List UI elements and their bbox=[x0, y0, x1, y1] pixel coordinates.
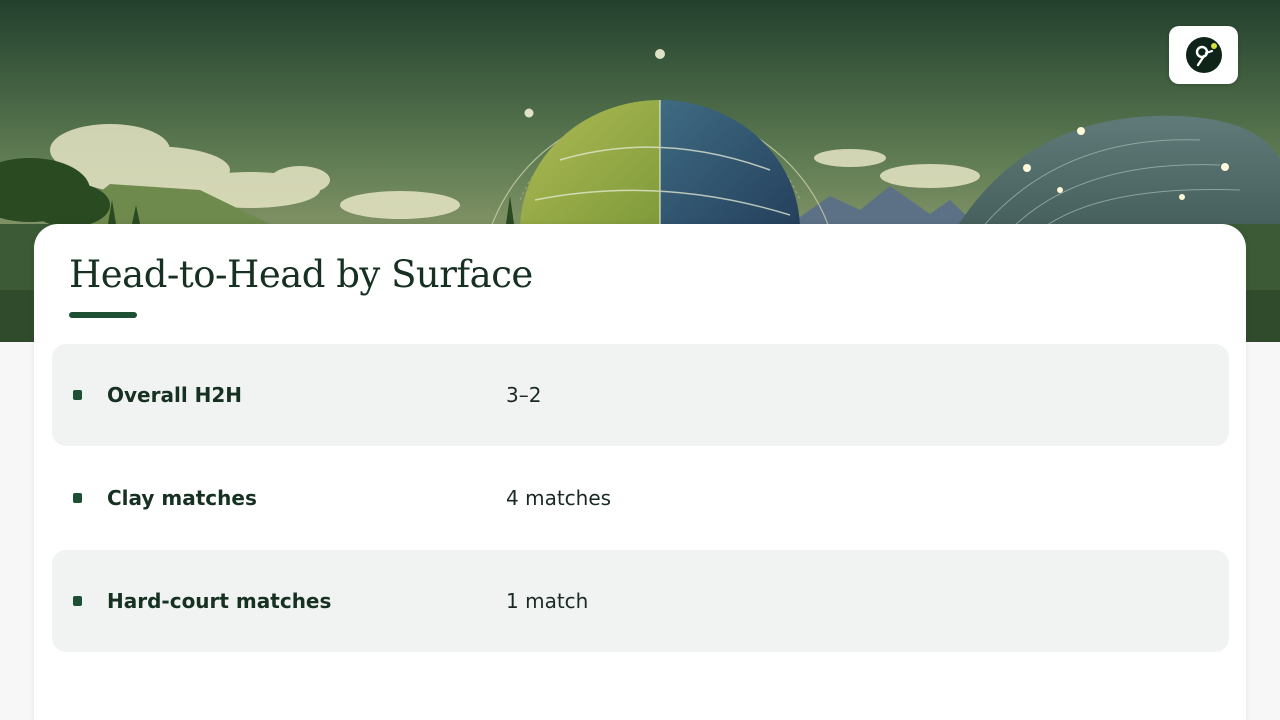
row-label: Clay matches bbox=[107, 486, 257, 510]
row-value: 3–2 bbox=[506, 383, 542, 407]
tennis-player-icon bbox=[1185, 37, 1222, 73]
row-value: 4 matches bbox=[506, 486, 612, 510]
page: Head-to-Head by Surface Overall H2H 3–2 … bbox=[0, 0, 1280, 720]
bullet-icon bbox=[73, 493, 82, 503]
h2h-row-clay: Clay matches 4 matches bbox=[52, 447, 1229, 549]
title-underline bbox=[69, 312, 137, 318]
card-title: Head-to-Head by Surface bbox=[69, 253, 533, 296]
h2h-row-hard-court: Hard-court matches 1 match bbox=[52, 550, 1229, 652]
row-label: Overall H2H bbox=[107, 383, 243, 407]
h2h-card: Head-to-Head by Surface Overall H2H 3–2 … bbox=[34, 224, 1246, 720]
row-label: Hard-court matches bbox=[107, 589, 332, 613]
app-logo[interactable] bbox=[1169, 26, 1238, 84]
bullet-icon bbox=[73, 390, 82, 400]
h2h-row-overall: Overall H2H 3–2 bbox=[52, 344, 1229, 446]
bullet-icon bbox=[73, 596, 82, 606]
row-value: 1 match bbox=[506, 589, 589, 613]
h2h-rows: Overall H2H 3–2 Clay matches 4 matches H… bbox=[52, 344, 1229, 653]
